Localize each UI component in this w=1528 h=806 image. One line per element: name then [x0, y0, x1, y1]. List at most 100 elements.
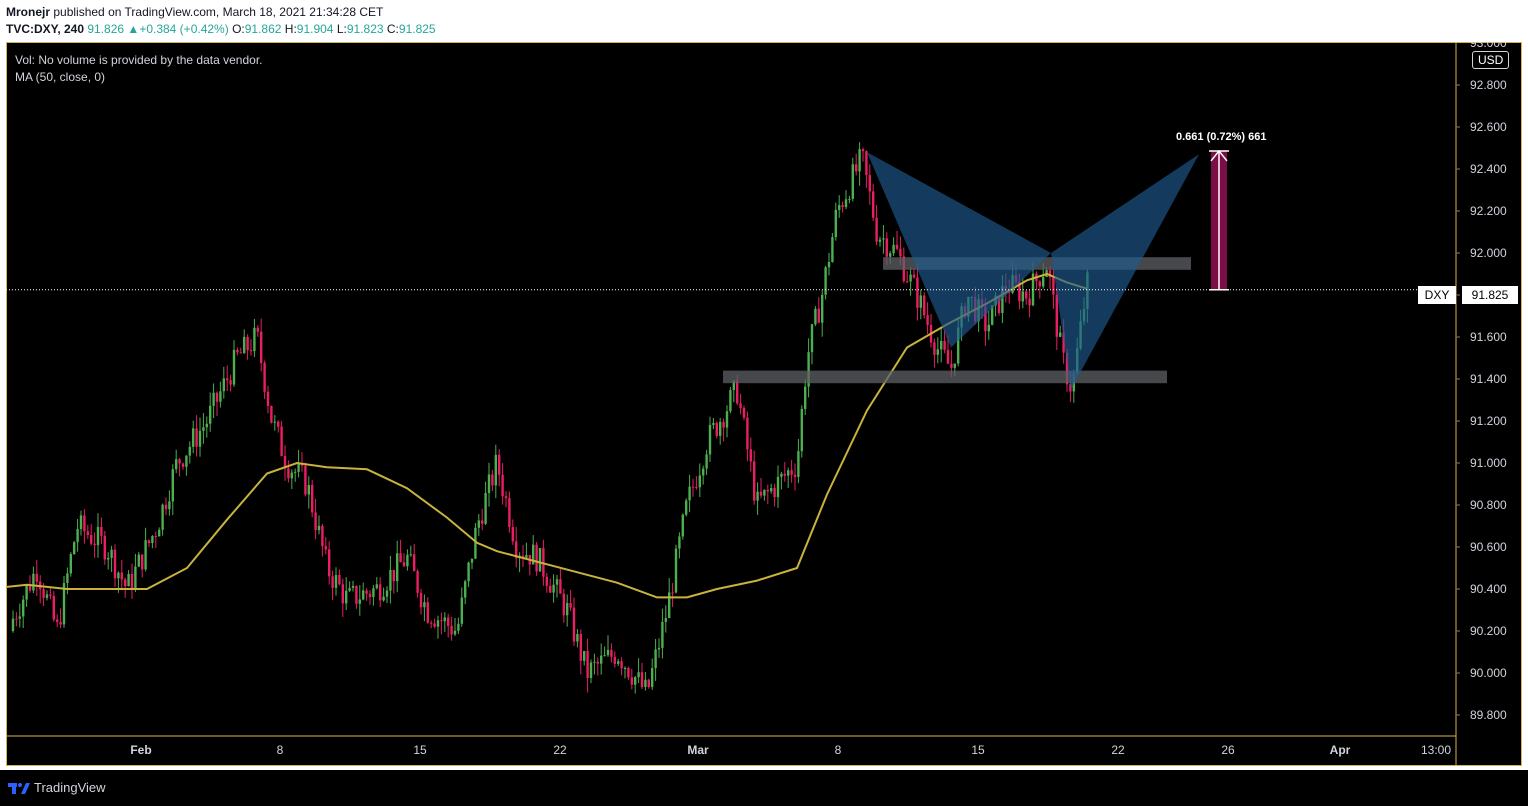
- indicator-legend: Vol: No volume is provided by the data v…: [15, 52, 262, 86]
- symbol-price-tag: DXY: [1418, 286, 1456, 304]
- pattern-bcd-triangle[interactable]: [1051, 154, 1199, 390]
- symbol-info: TVC:DXY, 240 91.826 ▲+0.384 (+0.42%) O:9…: [6, 22, 436, 36]
- candle-body: [345, 590, 348, 604]
- candle-body: [304, 465, 307, 495]
- candle-body: [32, 573, 35, 591]
- candle-body: [617, 661, 620, 664]
- candle-body: [800, 409, 803, 452]
- candle-body: [634, 677, 637, 685]
- candle-body: [685, 500, 688, 515]
- candle-body: [277, 421, 280, 427]
- candle-body: [11, 618, 15, 631]
- candle-body: [433, 623, 436, 627]
- candle-body: [161, 504, 164, 530]
- candle-body: [212, 392, 215, 406]
- candle-body: [45, 594, 49, 598]
- candle-body: [243, 336, 246, 354]
- candle-body: [42, 589, 45, 598]
- candle-body: [443, 617, 446, 622]
- candle-body: [270, 405, 273, 423]
- candle-body: [855, 164, 858, 172]
- candle-body: [73, 542, 76, 555]
- candle-body: [385, 590, 389, 597]
- candle-body: [477, 520, 480, 528]
- candle-body: [355, 585, 358, 604]
- candle-body: [620, 661, 623, 669]
- candle-body: [103, 535, 106, 560]
- candle-body: [171, 469, 174, 502]
- candle-body: [66, 573, 69, 583]
- change-arrow-icon: ▲: [127, 22, 140, 36]
- candle-body: [236, 349, 239, 353]
- candle-body: [90, 535, 93, 544]
- price-chart[interactable]: 92.80092.60092.40092.20092.00091.80091.6…: [6, 42, 1522, 766]
- candle-body: [56, 619, 59, 622]
- candle-body: [392, 569, 395, 582]
- symbol-name[interactable]: TVC:DXY, 240: [6, 22, 84, 36]
- candle-body: [695, 486, 698, 488]
- candle-body: [916, 277, 919, 308]
- candle-body: [266, 391, 270, 406]
- candle-body: [508, 498, 511, 528]
- candle-body: [644, 679, 647, 687]
- candle-body: [600, 655, 603, 664]
- candle-body: [100, 526, 103, 536]
- x-tick-label: 13:00: [1421, 743, 1451, 757]
- tradingview-logo-icon[interactable]: [8, 780, 30, 796]
- y-tick-label: 90.800: [1470, 498, 1507, 512]
- candle-body: [943, 341, 946, 350]
- candle-body: [481, 520, 484, 524]
- footer-brand[interactable]: TradingView: [34, 780, 106, 795]
- candle-body: [742, 407, 746, 418]
- volume-legend[interactable]: Vol: No volume is provided by the data v…: [15, 52, 262, 69]
- y-tick-label: 90.200: [1470, 624, 1507, 638]
- candle-body: [141, 554, 144, 570]
- candle-body: [423, 602, 426, 608]
- y-tick-label: 91.000: [1470, 456, 1507, 470]
- candle-body: [1025, 291, 1028, 299]
- candle-body: [447, 617, 450, 626]
- x-tick-label: Feb: [130, 743, 151, 757]
- candle-body: [198, 430, 202, 447]
- candle-body: [708, 424, 712, 455]
- support-resistance-zone[interactable]: [723, 370, 1167, 384]
- candle-body: [219, 391, 222, 402]
- currency-button[interactable]: USD: [1472, 51, 1510, 69]
- candle-body: [933, 342, 936, 355]
- ma-legend[interactable]: MA (50, close, 0): [15, 69, 262, 86]
- candle-body: [535, 544, 538, 572]
- candle-body: [25, 585, 28, 600]
- candle-body: [287, 468, 290, 479]
- x-tick-label: 8: [835, 743, 842, 757]
- candle-body: [688, 486, 691, 501]
- candle-body: [661, 621, 664, 648]
- candle-body: [838, 205, 841, 210]
- candle-body: [780, 473, 783, 477]
- y-tick-label: 91.600: [1470, 330, 1507, 344]
- candle-body: [766, 489, 769, 492]
- published-text: published on TradingView.com, March 18, …: [53, 5, 384, 19]
- open-label: O:: [232, 22, 245, 36]
- candle-body: [878, 239, 882, 242]
- candle-body: [681, 514, 684, 537]
- candle-body: [93, 543, 96, 546]
- candle-body: [195, 428, 198, 447]
- candle-body: [226, 378, 229, 381]
- candle-body: [586, 650, 589, 679]
- y-tick-label: 92.000: [1470, 246, 1507, 260]
- candle-body: [630, 677, 633, 685]
- candle-body: [467, 562, 470, 582]
- candle-body: [678, 536, 681, 549]
- candle-body: [936, 349, 939, 355]
- candle-body: [127, 573, 130, 587]
- candle-body: [698, 475, 701, 488]
- candle-body: [562, 593, 565, 616]
- candle-body: [113, 549, 117, 579]
- candle-body: [498, 454, 501, 475]
- author-name[interactable]: Mronejr: [6, 5, 50, 19]
- candle-body: [464, 581, 467, 598]
- candle-body: [906, 281, 909, 283]
- candle-body: [324, 546, 327, 550]
- candle-body: [239, 352, 242, 354]
- candle-body: [831, 237, 834, 262]
